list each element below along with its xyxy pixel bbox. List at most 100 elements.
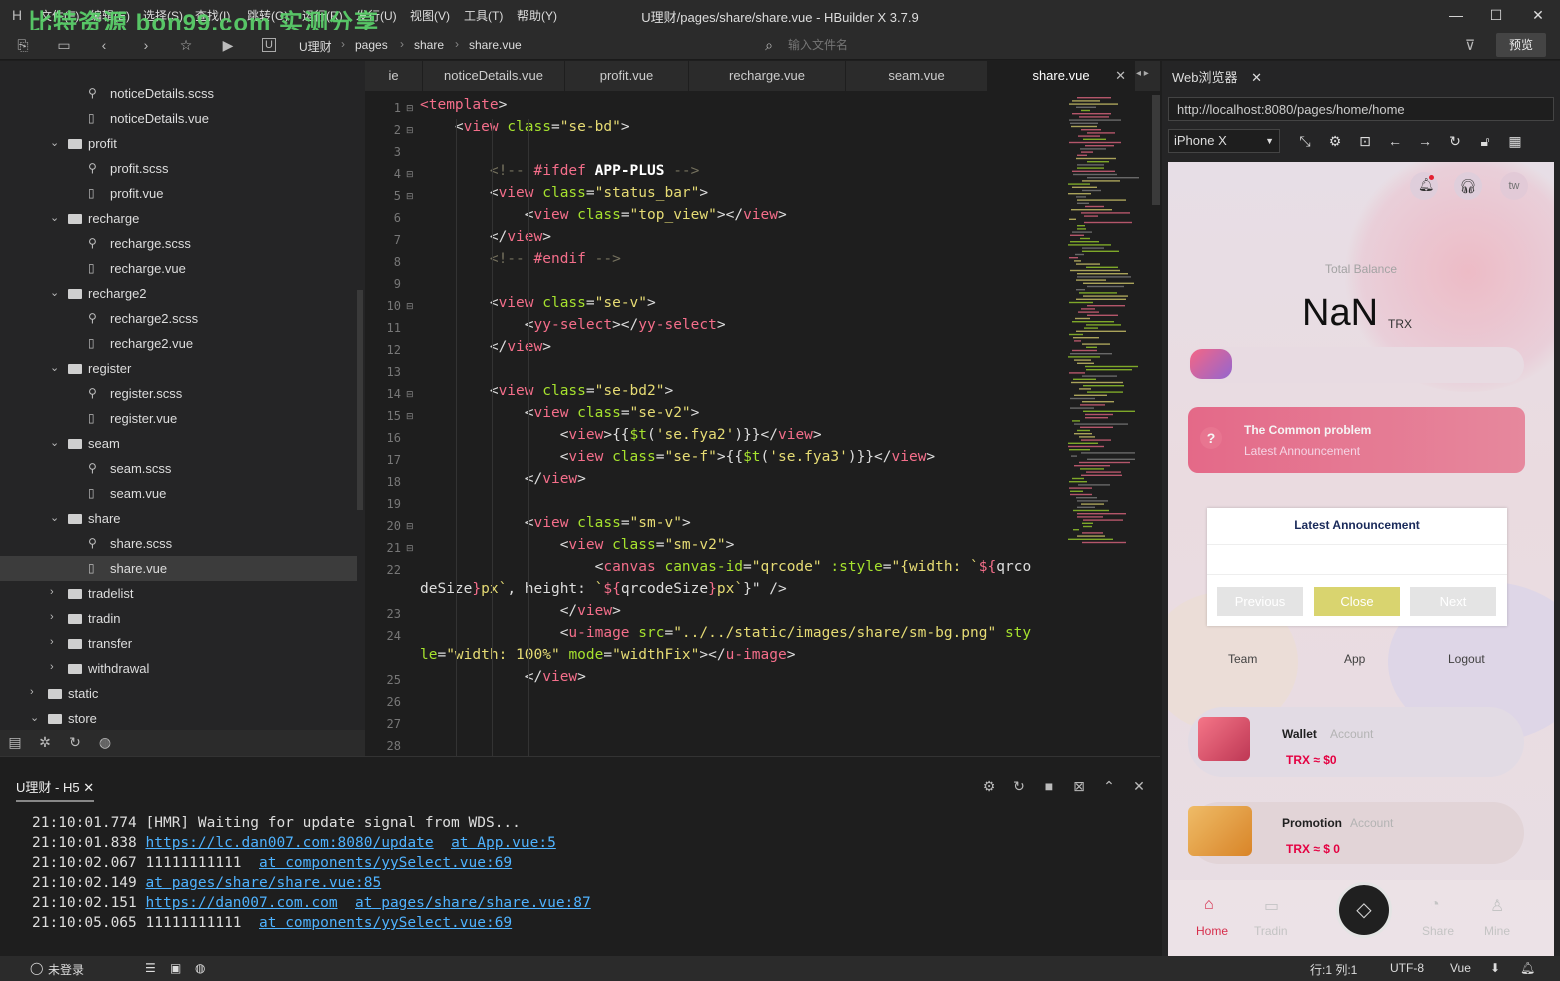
tab-profit[interactable]: profit.vue [565,61,689,91]
url-input[interactable] [1168,97,1554,121]
console-link[interactable]: https://dan007.com.com [146,895,338,911]
devtools-icon[interactable]: ⊡ [1356,133,1374,150]
breadcrumb-share[interactable]: share [414,38,444,52]
tree-item[interactable]: ▯ profit.vue [0,181,357,206]
tree-item[interactable]: › transfer [0,631,357,656]
code-line[interactable]: </view> [420,339,551,355]
code-line[interactable]: </view> [420,229,551,245]
console-link[interactable]: at App.vue:5 [451,835,556,851]
reload-icon[interactable]: ↻ [1446,133,1464,150]
tree-item[interactable]: ▯ recharge2.vue [0,331,357,356]
tree-item[interactable]: › tradin [0,606,357,631]
minimize-button[interactable]: — [1442,4,1470,26]
explorer-icon[interactable]: ▤ [6,733,24,751]
run-icon[interactable]: ▶ [219,36,237,54]
code-line[interactable]: <view class="se-bd"> [420,119,630,135]
tree-item[interactable]: ⚲ register.scss [0,381,357,406]
preview-button[interactable]: 预览 [1496,33,1546,57]
tree-item[interactable]: ⚲ recharge2.scss [0,306,357,331]
clear-console-icon[interactable]: ⊠ [1070,777,1088,795]
chevron-down-icon[interactable]: ⌄ [50,211,59,224]
tree-item[interactable]: ⌄ profit [0,131,357,156]
tab-scroll-icon[interactable]: ◂ ▸ [1136,68,1149,79]
editor-scrollbar[interactable] [1152,95,1160,205]
tree-item[interactable]: ⌄ seam [0,431,357,456]
code-line[interactable]: le="width: 100%" mode="widthFix"></u-ima… [420,647,795,663]
back-icon[interactable]: ‹ [95,36,113,54]
tree-item[interactable]: ⌄ recharge2 [0,281,357,306]
code-line[interactable]: <view class="status_bar"> [420,185,708,201]
fold-toggle-icon[interactable]: ⊟ [406,125,414,136]
console-link[interactable]: https://lc.dan007.com:8080/update [146,835,434,851]
device-select[interactable]: iPhone X ▼ [1168,129,1280,153]
code-line[interactable]: <view class="sm-v"> [420,515,691,531]
restart-icon[interactable]: ↻ [1010,777,1028,795]
code-line[interactable]: <u-image src="../../static/images/share/… [420,625,1031,641]
bell-icon[interactable]: 🔔︎ [1520,961,1535,975]
list-icon[interactable]: ☰ [145,961,156,975]
terminal-icon[interactable]: ▣ [170,961,181,975]
tree-item[interactable]: ⌄ store [0,706,357,731]
tree-item[interactable]: › static [0,681,357,706]
tree-item[interactable]: ⚲ noticeDetails.scss [0,81,357,106]
tree-item[interactable]: › tradelist [0,581,357,606]
code-line[interactable]: </view> [420,603,621,619]
browser-tab[interactable]: Web浏览器 ✕ [1172,67,1262,86]
fold-toggle-icon[interactable]: ⊟ [406,301,414,312]
code-line[interactable]: <view class="sm-v2"> [420,537,735,553]
star-icon[interactable]: ☆ [177,36,195,54]
code-line[interactable]: <yy-select></yy-select> [420,317,726,333]
code-minimap[interactable] [1062,95,1157,555]
tab-ie[interactable]: ie [365,61,423,91]
console-tab[interactable]: U理财 - H5 ✕ [16,777,95,802]
tab-share[interactable]: share.vue ✕ [988,61,1135,91]
tree-item[interactable]: ⌄ share [0,506,357,531]
tab-recharge[interactable]: recharge.vue [689,61,846,91]
tree-item[interactable]: ⚲ share.scss [0,531,357,556]
tree-item[interactable]: ▯ seam.vue [0,481,357,506]
breadcrumb-project[interactable]: U理财 [299,38,332,55]
tab-close-icon[interactable]: ✕ [1115,61,1126,91]
file-search-input[interactable] [788,36,1148,54]
console-link[interactable]: at components/yySelect.vue:69 [259,855,512,871]
code-line[interactable]: deSize}px`, height: `${qrcodeSize}px`}" … [420,581,787,597]
plugin-icon[interactable]: ✲ [36,733,54,751]
close-button[interactable]: Close [1314,587,1400,616]
filter-icon[interactable]: ⊽ [1461,36,1479,54]
console-link[interactable]: at pages/share/share.vue:85 [146,875,382,891]
responsive-icon[interactable]: ⤡ [1296,133,1314,150]
chevron-right-icon[interactable]: › [50,636,54,648]
chevron-down-icon[interactable]: ⌄ [50,136,59,149]
code-line[interactable]: <view>{{$t('se.fya2')}}</view> [420,427,822,443]
chevron-right-icon[interactable]: › [50,661,54,673]
code-line[interactable]: <view class="se-v2"> [420,405,700,421]
tab-seam[interactable]: seam.vue [846,61,988,91]
console-tab-close-icon[interactable]: ✕ [83,780,94,795]
code-line[interactable]: <canvas canvas-id="qrcode" :style="{widt… [420,559,1032,575]
nav-forward-icon[interactable]: → [1416,133,1434,149]
chevron-right-icon[interactable]: › [50,611,54,623]
globe-icon[interactable]: ◍ [195,961,205,975]
stop-icon[interactable]: ■ [1040,777,1058,795]
qrcode-icon[interactable]: ▦ [1506,133,1524,150]
close-panel-icon[interactable]: ✕ [1130,777,1148,795]
collapse-icon[interactable]: ⌃ [1100,777,1118,795]
code-editor[interactable]: 1 ⊟ <template> 2 ⊟ <view class="se-bd"> 3 4 ⊟ <… [365,91,1160,756]
chevron-down-icon[interactable]: ⌄ [50,361,59,374]
settings-icon[interactable]: ⚙ [1326,133,1344,150]
console-link[interactable]: at pages/share/share.vue:87 [355,895,591,911]
breadcrumb-file[interactable]: share.vue [469,38,522,52]
download-icon[interactable]: ⬇ [1490,961,1500,975]
code-line[interactable]: </view> [420,471,586,487]
code-line[interactable]: <template> [420,97,507,113]
fold-toggle-icon[interactable]: ⊟ [406,411,414,422]
cursor-position[interactable]: 行:1 列:1 [1310,961,1357,978]
globe-icon[interactable]: ◍ [96,733,114,751]
chevron-down-icon[interactable]: ⌄ [30,711,39,724]
fold-toggle-icon[interactable]: ⊟ [406,389,414,400]
tree-item[interactable]: ⌄ register [0,356,357,381]
previous-button[interactable]: Previous [1217,587,1303,616]
tree-item[interactable]: › withdrawal [0,656,357,681]
chevron-down-icon[interactable]: ⌄ [50,511,59,524]
fold-toggle-icon[interactable]: ⊟ [406,543,414,554]
